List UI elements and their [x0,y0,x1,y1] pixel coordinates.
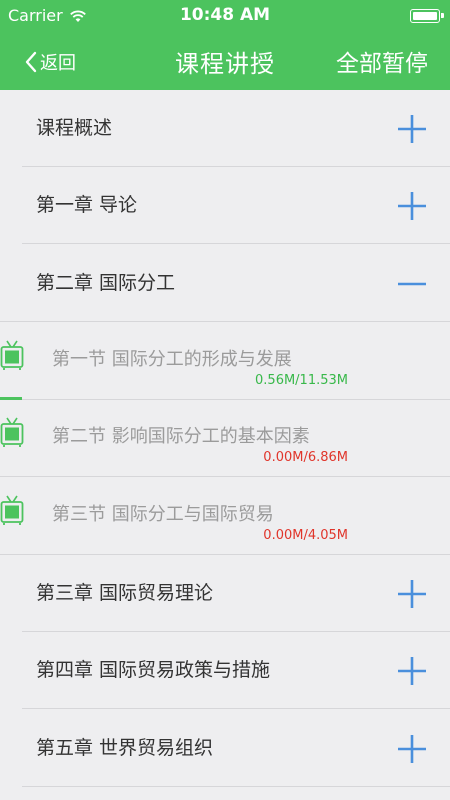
navigation-bar: 返回 课程讲授 全部暂停 [0,34,450,90]
course-list: 课程概述 第一章 导论 第二章 国际分工 第一节 国际分工的形成与发展 0.56… [0,90,450,800]
chapter-row[interactable]: 第一章 导论 [0,167,450,244]
section-row[interactable]: 第二节 影响国际分工的基本因素 0.00M/6.86M [0,400,450,477]
pause-all-button[interactable]: 全部暂停 [336,44,428,78]
chapter-label: 第三章 国际贸易理论 [36,582,214,604]
chapter-row-expanded[interactable]: 第二章 国际分工 [0,245,450,322]
section-label: 第一节 国际分工的形成与发展 [52,349,292,370]
chapter-label: 第一章 导论 [36,194,138,216]
chapter-label: 第五章 世界贸易组织 [36,737,214,759]
section-row[interactable]: 第一节 国际分工的形成与发展 0.56M/11.53M [0,323,450,400]
progress-track [0,476,450,477]
chapter-row[interactable]: 第四章 国际贸易政策与措施 [0,632,450,709]
chapter-row[interactable]: 第五章 世界贸易组织 [0,710,450,787]
plus-icon[interactable] [397,191,427,221]
chapter-label: 第四章 国际贸易政策与措施 [36,659,271,681]
chapter-label: 课程概述 [36,117,113,139]
back-button[interactable]: 返回 [24,46,76,78]
section-label: 第三节 国际分工与国际贸易 [52,504,274,525]
battery-icon [410,9,444,23]
tv-icon [0,340,24,370]
tv-icon [0,495,24,525]
plus-icon[interactable] [397,114,427,144]
download-progress-text: 0.56M/11.53M [255,373,348,388]
chapter-label: 第二章 国际分工 [36,272,176,294]
clock: 10:48 AM [179,5,271,25]
chevron-left-icon [25,51,37,73]
back-label: 返回 [40,53,76,74]
section-row[interactable]: 第三节 国际分工与国际贸易 0.00M/4.05M [0,478,450,555]
download-progress-text: 0.00M/6.86M [263,450,348,465]
section-label: 第二节 影响国际分工的基本因素 [52,426,310,447]
plus-icon[interactable] [397,734,427,764]
plus-icon[interactable] [397,656,427,686]
minus-icon[interactable] [397,269,427,299]
download-progress-text: 0.00M/4.05M [263,528,348,543]
chapter-row[interactable]: 第三章 国际贸易理论 [0,555,450,632]
tv-icon [0,417,24,447]
chapter-row[interactable]: 课程概述 [0,90,450,167]
plus-icon[interactable] [397,579,427,609]
status-bar: Carrier 10:48 AM [0,0,450,34]
